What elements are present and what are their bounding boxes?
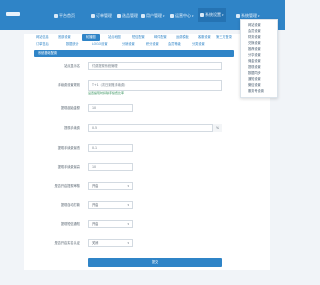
chevron-down-icon: ▾ [127, 241, 129, 245]
chevron-down-icon: ▾ [222, 13, 224, 17]
chevron-down-icon: ▾ [127, 203, 129, 207]
fee-rule-input[interactable]: T+1（次日到账手续费） [88, 80, 222, 91]
order-icon [91, 14, 95, 18]
tab-logo[interactable]: LOGO设置 [92, 41, 108, 48]
admin-icon [236, 14, 240, 18]
min-fee-label: 提现手续费最低 [57, 146, 80, 150]
review-switch-label: 是否开启提现审核 [54, 184, 81, 188]
product-icon [117, 14, 121, 18]
nav-item-products[interactable]: 选品管理 [117, 13, 138, 19]
sms-notify-select[interactable]: 开启 ▾ [88, 220, 133, 228]
settings-dropdown-menu: 网站设置 会员设置 财务设置 兑换设置 推荐设置 分享设置 佣金设置 提现设置 … [240, 19, 278, 98]
gear-icon [200, 13, 204, 17]
fee-rate-input[interactable]: 0.5 [88, 124, 222, 132]
tab-points[interactable]: 积分设置 [146, 41, 159, 48]
section-title: 系统基础配置 [38, 51, 58, 55]
chevron-down-icon: ▾ [163, 14, 165, 18]
nav-item-operations[interactable]: 运营中心 ▾ [170, 13, 194, 19]
home-icon [54, 14, 58, 18]
review-switch-select[interactable]: 开启 ▾ [88, 182, 133, 190]
percent-suffix: % [212, 124, 222, 132]
site-name-label: 站点显示名 [64, 64, 80, 68]
chevron-down-icon: ▾ [192, 14, 194, 18]
page: 平台首页 订单管理 选品管理 用户管理 ▾ 运营中心 ▾ 系统设置 ▾ 系统管理 ▾ 网… [0, 0, 285, 285]
chart-icon [170, 14, 174, 18]
min-amount-input[interactable]: 10 [88, 104, 133, 112]
tab-aftersale[interactable]: 订单售后 [36, 41, 49, 48]
tab-carousel[interactable]: 轮播图 [82, 34, 100, 41]
fee-rate-label: 提现手续费 [64, 126, 80, 130]
submit-button[interactable]: 提交 [88, 258, 222, 267]
tab-sms[interactable]: 短信配置 [132, 34, 145, 41]
tab-service[interactable]: 客服设置 [198, 34, 211, 41]
user-icon [141, 14, 145, 18]
fee-rule-label: 手续费设置规则 [57, 83, 80, 87]
nav-item-home[interactable]: 平台首页 [54, 13, 75, 19]
realname-select[interactable]: 关闭 ▾ [88, 239, 133, 247]
max-fee-input[interactable]: 10 [88, 163, 133, 171]
dropdown-item[interactable]: 服务号设置 [248, 88, 264, 94]
tab-stats[interactable]: 数据统计 [66, 41, 79, 48]
auto-pay-select[interactable]: 开启 ▾ [88, 201, 133, 209]
chevron-down-icon: ▾ [127, 184, 129, 188]
tab-email[interactable]: 邮件配置 [154, 34, 167, 41]
section-header: 系统基础配置 [34, 50, 234, 57]
auto-pay-label: 提现自动打款 [60, 203, 80, 207]
max-fee-label: 提现手续费最高 [57, 165, 80, 169]
min-fee-input[interactable]: 0.1 [88, 144, 133, 152]
sms-notify-label: 提现短信通知 [60, 222, 80, 226]
realname-label: 是否开启实名认证 [54, 241, 81, 245]
tab-site-info[interactable]: 网站信息 [36, 34, 49, 41]
nav-item-settings[interactable]: 系统设置 ▾ [198, 8, 226, 22]
min-amount-label: 提现起始金额 [60, 106, 80, 110]
tab-category[interactable]: 分类设置 [192, 41, 205, 48]
tab-shipping[interactable]: 运费模板 [176, 34, 189, 41]
tab-member-level[interactable]: 会员等级 [168, 41, 181, 48]
site-name-input[interactable]: 付费提现系统管理 [88, 62, 222, 70]
chevron-down-icon: ▾ [127, 222, 129, 226]
tab-sitemap[interactable]: 站点地图 [108, 34, 121, 41]
nav-item-orders[interactable]: 订单管理 [91, 13, 112, 19]
tab-distribution[interactable]: 分销设置 [122, 41, 135, 48]
tab-footer[interactable]: 底部设置 [58, 34, 71, 41]
tab-oauth[interactable]: 第三方登录 [216, 34, 232, 41]
nav-item-users[interactable]: 用户管理 ▾ [141, 13, 165, 19]
fee-rule-hint: 设置提现时扣除手续费比率 [88, 91, 125, 95]
logo [6, 12, 20, 16]
